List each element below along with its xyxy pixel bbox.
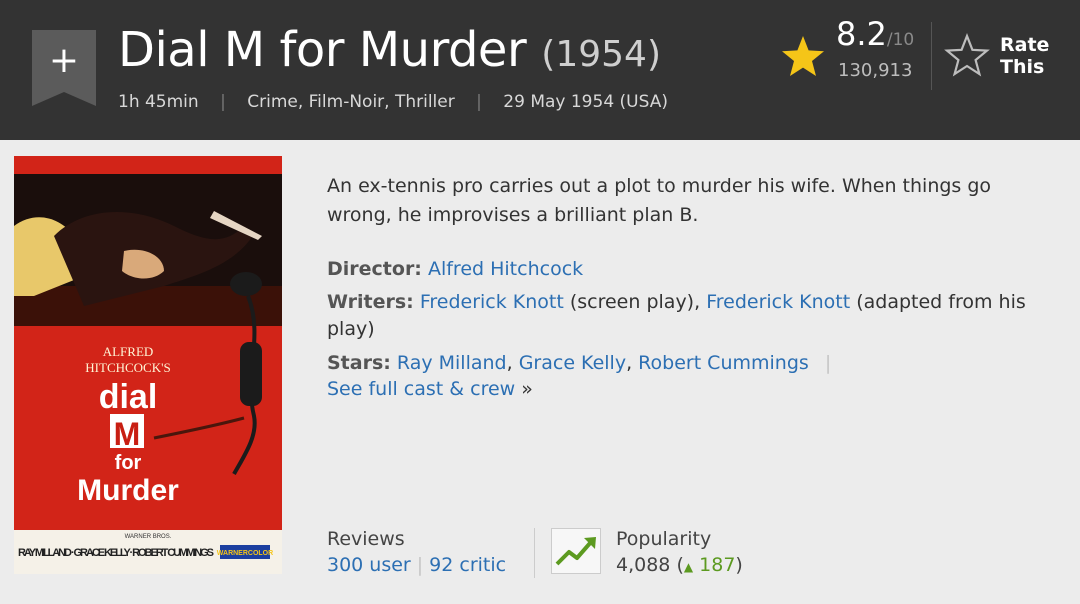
paren-close: ) bbox=[735, 554, 743, 576]
reviews-links: 300 user | 92 critic bbox=[327, 554, 506, 576]
star-link-1[interactable]: Ray Milland bbox=[397, 352, 507, 374]
separator: | bbox=[824, 352, 832, 374]
popularity-trend-icon bbox=[551, 528, 601, 574]
chevron-right-icon: » bbox=[521, 378, 533, 400]
watchlist-ribbon-icon: + bbox=[32, 30, 96, 106]
poster-director-line2: HITCHCOCK'S bbox=[85, 360, 170, 375]
plus-icon: + bbox=[49, 40, 79, 81]
writer-link-1[interactable]: Frederick Knott bbox=[420, 291, 564, 313]
plot-summary: An ex-tennis pro carries out a plot to m… bbox=[327, 175, 992, 226]
runtime: 1h 45min bbox=[118, 92, 199, 112]
popularity-value: 4,088 (▲ 187) bbox=[616, 554, 743, 576]
up-arrow-icon: ▲ bbox=[683, 560, 694, 574]
star-link-3[interactable]: Robert Cummings bbox=[638, 352, 809, 374]
stars-label: Stars: bbox=[327, 352, 391, 374]
rating-count[interactable]: 130,913 bbox=[838, 60, 912, 81]
separator: | bbox=[476, 92, 482, 112]
poster-title-line1: dial bbox=[99, 378, 158, 416]
writers-label: Writers: bbox=[327, 291, 414, 313]
movie-title: Dial M for Murder bbox=[118, 22, 527, 78]
separator: | bbox=[220, 92, 226, 112]
director-row: Director: Alfred Hitchcock bbox=[327, 256, 1067, 283]
popularity-label: Popularity bbox=[616, 528, 712, 550]
rating-value: 8.2/10 bbox=[836, 18, 914, 50]
full-cast-row: See full cast & crew » bbox=[327, 376, 1067, 403]
title-subtext: 1h 45min | Crime, Film-Noir, Thriller | … bbox=[118, 92, 668, 112]
title-header: + Dial M for Murder (1954) 1h 45min | Cr… bbox=[0, 0, 1080, 140]
page-title: Dial M for Murder (1954) bbox=[118, 22, 661, 78]
rating-score: 8.2 bbox=[836, 15, 887, 53]
reviews-label: Reviews bbox=[327, 528, 405, 550]
release-date-link[interactable]: 29 May 1954 (USA) bbox=[503, 92, 668, 112]
popularity-change: 187 bbox=[699, 554, 736, 576]
rating-star-icon bbox=[782, 36, 824, 76]
empty-star-icon bbox=[944, 32, 990, 77]
poster-artwork: ALFRED HITCHCOCK'S dial M for Murder WAR… bbox=[14, 156, 282, 574]
add-to-watchlist-button[interactable]: + bbox=[32, 30, 96, 106]
star-link-2[interactable]: Grace Kelly bbox=[519, 352, 626, 374]
director-link[interactable]: Alfred Hitchcock bbox=[428, 258, 583, 280]
divider bbox=[931, 22, 932, 90]
divider bbox=[534, 528, 535, 578]
user-reviews-link[interactable]: 300 user bbox=[327, 554, 411, 576]
poster-studio: WARNER BROS. bbox=[125, 534, 172, 540]
movie-year[interactable]: (1954) bbox=[541, 34, 661, 75]
comma: , bbox=[626, 352, 633, 374]
rate-this-label: Rate This bbox=[1000, 34, 1050, 78]
director-label: Director: bbox=[327, 258, 422, 280]
writers-row: Writers: Frederick Knott (screen play), … bbox=[327, 289, 1067, 343]
separator: | bbox=[416, 554, 424, 576]
critic-reviews-link[interactable]: 92 critic bbox=[429, 554, 506, 576]
rating-best: /10 bbox=[886, 30, 915, 50]
writer-link-2[interactable]: Frederick Knott bbox=[706, 291, 850, 313]
poster-color-badge: WARNERCOLOR bbox=[217, 550, 273, 557]
rate-this-button[interactable]: Rate This bbox=[944, 30, 1064, 86]
movie-poster[interactable]: ALFRED HITCHCOCK'S dial M for Murder WAR… bbox=[14, 156, 282, 574]
stars-row: Stars: Ray Milland, Grace Kelly, Robert … bbox=[327, 350, 1067, 377]
writer-note-1: (screen play), bbox=[569, 291, 701, 313]
comma: , bbox=[506, 352, 513, 374]
poster-cast-strip: RAY MILLAND · GRACE KELLY · ROBERT CUMMI… bbox=[18, 547, 214, 559]
paren-open: ( bbox=[676, 554, 684, 576]
full-cast-link[interactable]: See full cast & crew bbox=[327, 378, 515, 400]
poster-title-line4: Murder bbox=[77, 474, 179, 507]
poster-title-line3: for bbox=[115, 452, 142, 474]
popularity-rank: 4,088 bbox=[616, 554, 671, 576]
poster-title-line2: M bbox=[114, 416, 141, 452]
genres-link[interactable]: Crime, Film-Noir, Thriller bbox=[247, 92, 455, 112]
poster-director-line1: ALFRED bbox=[103, 344, 154, 359]
